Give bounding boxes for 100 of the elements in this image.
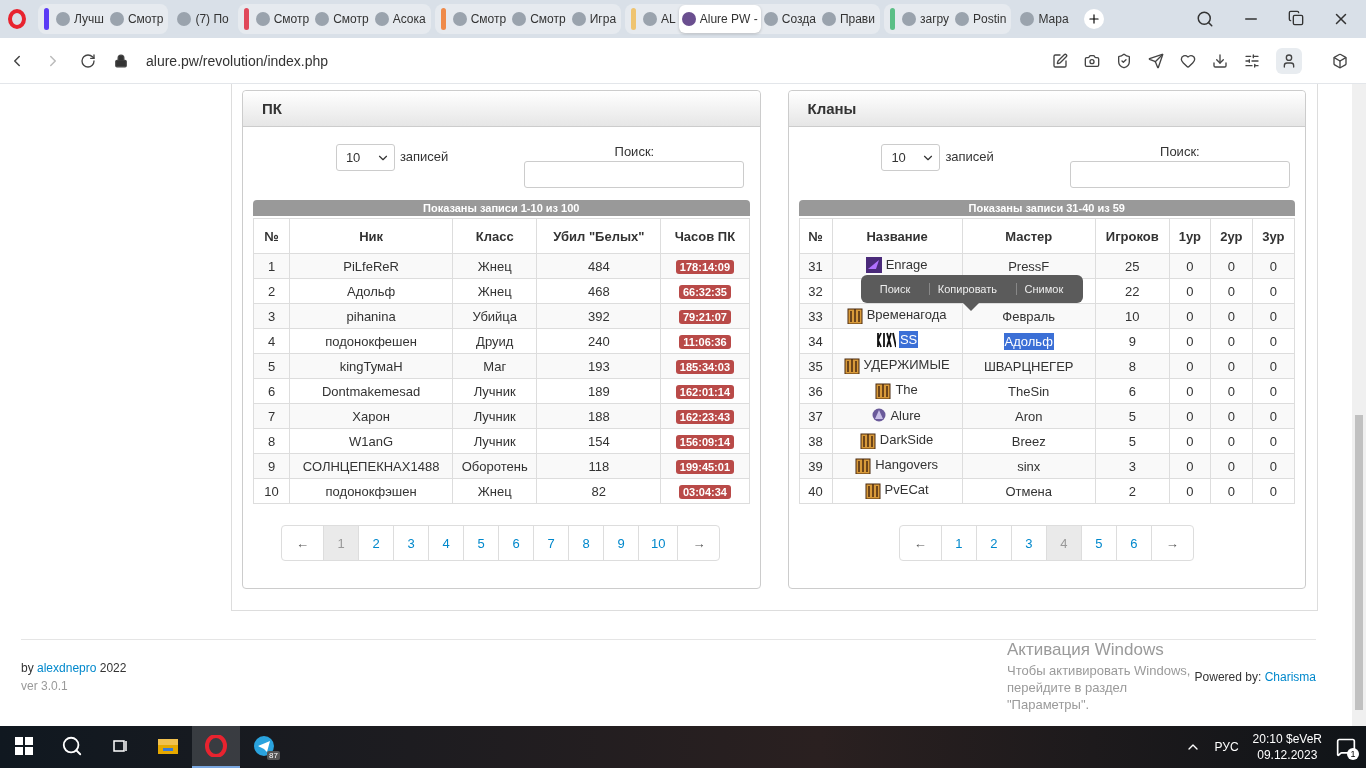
browser-tab[interactable]: Смотр [252,5,313,33]
browser-tab[interactable]: (7) По [174,5,232,33]
pagination-button[interactable]: ← [898,525,942,561]
browser-tab[interactable]: Игра [568,5,620,33]
table-cell: 5 [253,353,290,379]
search-field[interactable] [524,161,745,188]
clan-master: PressF [1007,257,1051,275]
clan-name: SS [898,331,919,349]
column-header: Название [832,218,963,254]
clan-emblem-icon [843,355,860,374]
browser-tab[interactable]: Смотр [312,5,372,33]
browser-tab[interactable]: Alure PW - [678,5,761,33]
table-cell: Маг [452,353,537,379]
pagination-button[interactable]: 2 [358,525,394,561]
charisma-link[interactable]: Charisma [1264,670,1316,684]
browser-tab[interactable]: Созда [760,5,819,33]
table-cell: Харон [289,403,453,429]
popup-menu-item[interactable]: Поиск [871,283,919,295]
browser-logo-icon[interactable] [8,9,26,29]
browser-tab[interactable]: Смотр [509,5,569,33]
records-info-bar: Показаны записи 31-40 из 59 [798,200,1295,216]
clan-emblem-icon [864,480,881,499]
settings-icon[interactable] [1244,52,1260,69]
page-length-select[interactable]: 10 [881,144,941,171]
popup-menu-item[interactable]: Копировать [928,283,1005,295]
pagination-button[interactable]: ← [281,525,324,561]
table-cell: подонокфешен [289,328,453,354]
pagination-button[interactable]: 3 [393,525,429,561]
table-cell: 4 [253,328,290,354]
browser-tab[interactable]: Прави [818,5,878,33]
clock[interactable]: 20:10 $eVeR 09.12.2023 [1252,731,1322,763]
clan-name: Hangovers [874,456,940,473]
clan-emblem-icon [846,305,863,324]
scrollbar-thumb[interactable] [1355,415,1363,710]
pagination-button[interactable]: 6 [1115,525,1152,561]
page-length-select[interactable]: 10 [335,144,395,171]
restore-icon[interactable] [1288,10,1304,26]
browser-tab[interactable]: Лучш [53,5,107,33]
pagination-button[interactable]: 4 [428,525,464,561]
telegram-app-button[interactable]: 87 [240,726,288,768]
browser-tab[interactable]: AL [640,5,679,33]
author-link[interactable]: alexdnepro [37,661,97,675]
camera-icon[interactable] [1084,52,1100,69]
table-cell: 484 [536,253,661,279]
pagination-button[interactable]: 5 [463,525,499,561]
table-cell: 35 [799,353,833,379]
pagination-button[interactable]: 2 [975,525,1012,561]
popup-menu-item[interactable]: Снимок [1015,283,1072,295]
clan-name: Временагода [865,306,948,323]
browser-tab[interactable]: Postin [952,5,1010,33]
hours-badge: 66:32:35 [678,284,731,299]
browser-tab[interactable]: Смотр [106,5,167,33]
pagination-button[interactable]: 7 [533,525,569,561]
pagination-button[interactable]: 6 [498,525,534,561]
table-cell: 189 [536,378,661,404]
table-cell: 32 [799,278,833,304]
opera-app-button[interactable] [192,726,240,768]
hours-badge: 162:23:43 [675,409,734,424]
reload-icon[interactable] [80,52,96,69]
column-header: Мастер [962,218,1096,254]
new-tab-button[interactable] [1083,9,1104,29]
clan-master: Отмена [1004,482,1054,500]
pagination-button[interactable]: 8 [568,525,604,561]
browser-tab[interactable]: Асока [371,5,429,33]
language-indicator[interactable]: РУС [1214,740,1239,754]
pagination-button[interactable]: 5 [1080,525,1117,561]
pagination-button[interactable]: 9 [603,525,639,561]
pagination-button[interactable]: → [1150,525,1194,561]
profile-button[interactable] [1276,47,1302,74]
heart-icon[interactable] [1180,52,1196,69]
address-field[interactable]: alure.pw/revolution/index.php [146,52,329,69]
table-cell: 36 [799,378,833,404]
edit-icon[interactable] [1052,52,1068,69]
activation-title: Активация Windows [1007,640,1165,660]
table-cell: Жнец [452,478,537,504]
page-length-label: записей [945,149,994,164]
search-field[interactable] [1069,161,1290,188]
pagination-button[interactable]: 1 [940,525,977,561]
cube-icon[interactable] [1332,52,1348,69]
records-info-bar: Показаны записи 1-10 из 100 [253,200,750,216]
pagination-button[interactable]: → [677,525,721,561]
clan-name: Enrage [884,256,929,274]
search-label: Поиск: [614,144,655,159]
pagination-button[interactable]: 10 [638,525,679,561]
search-icon[interactable] [1196,10,1214,28]
clan-name: PvECat [883,481,930,498]
browser-tab[interactable]: загру [898,5,953,33]
browser-tab[interactable]: Мара [1017,5,1072,33]
hours-badge: 156:09:14 [675,434,734,449]
clan-emblem-icon [865,256,882,273]
clan-emblem-icon [875,380,892,399]
download-icon[interactable] [1212,52,1228,69]
pagination-button[interactable]: 3 [1010,525,1047,561]
notifications-button[interactable]: 1 [1336,737,1356,757]
hours-badge: 178:14:09 [675,259,734,274]
powered-by-text: Powered by: Charisma [1194,670,1316,686]
column-header: № [799,218,833,254]
send-icon[interactable] [1148,52,1164,69]
browser-tab[interactable]: Смотр [449,5,510,33]
shield-icon[interactable] [1116,52,1132,69]
